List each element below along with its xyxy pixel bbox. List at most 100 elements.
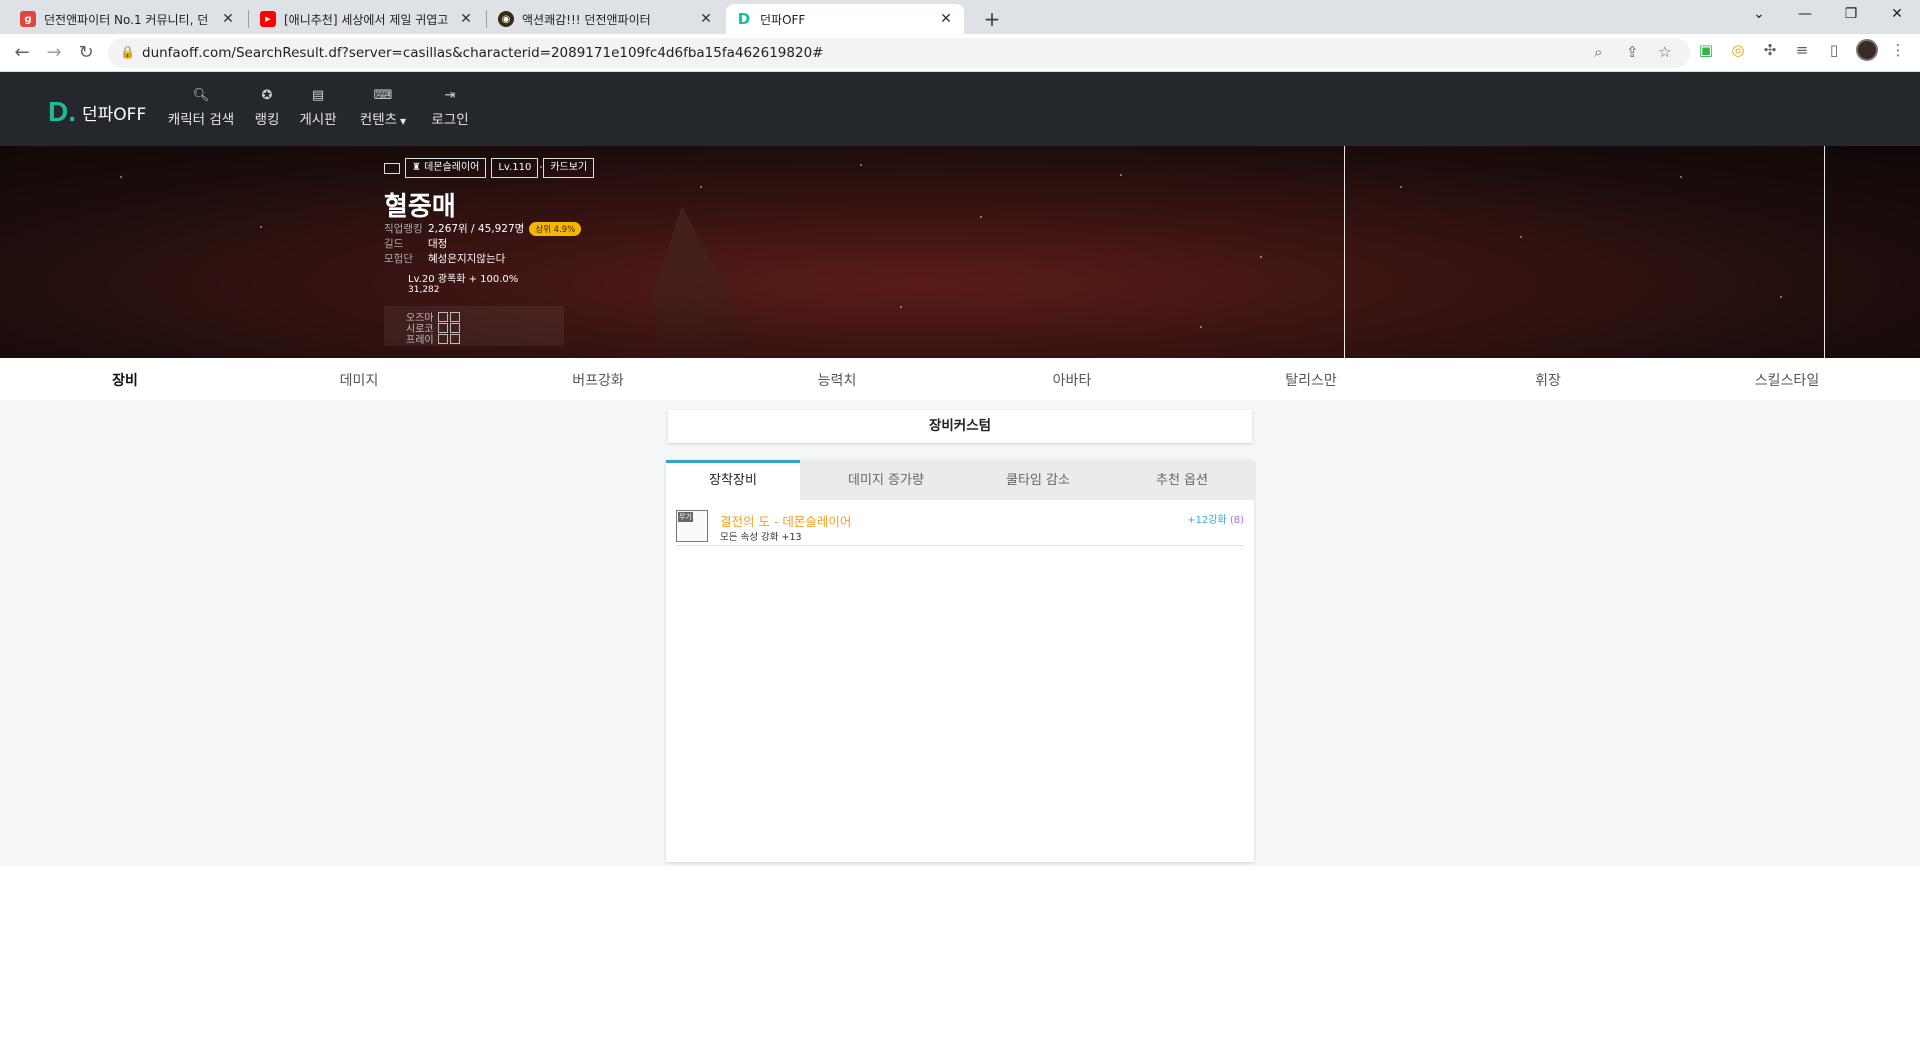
extension-green-icon[interactable]: ▣ [1696,40,1716,60]
browser-tab-strip: g 던전앤파이터 No.1 커뮤니티, 던 ✕ ▶ [애니추천] 세상에서 제일… [0,0,1920,34]
item-name: 결전의 도 - 데몬슬레이어 [720,514,852,529]
guild-label: 길드 [384,238,404,250]
job-badge: ♜ 데몬슬레이어 [405,158,487,178]
raid-row-frey: 프레이 [406,331,460,346]
job-rank-row: 직업랭킹 2,267위 / 45,927명 상위 4.9% [384,221,582,236]
enhance-level: (8) [1229,515,1244,526]
equipment-custom-button[interactable]: 장비커스텀 [668,410,1252,443]
screen-icon[interactable] [384,162,400,174]
tab-title: [애니추천] 세상에서 제일 귀엽고 [284,12,449,27]
tab-avatar[interactable]: 아바타 [1053,370,1092,390]
card-view-button[interactable]: 카드보기 [543,158,595,178]
job-rank-label: 직업랭킹 [384,223,423,235]
nav-board[interactable]: ▤ 게시판 [296,88,340,128]
nav-label: 랭킹 [254,112,280,128]
browser-tab-4[interactable]: D 던파OFF ✕ [726,4,964,34]
address-bar[interactable]: 🔒 dunfaoff.com/SearchResult.df?server=ca… [108,38,1690,68]
close-icon[interactable]: ✕ [458,11,474,27]
reload-icon[interactable]: ↻ [74,41,98,65]
tab-cooldown-reduction[interactable]: 쿨타임 감소 [966,460,1110,500]
tab-equipped-gear[interactable]: 장착장비 [666,460,800,500]
browser-tab-2[interactable]: ▶ [애니추천] 세상에서 제일 귀엽고 ✕ [250,4,484,34]
site-logo[interactable]: D. 던파OFF [48,96,146,128]
adventure-row: 모험단 혜성은지지않는다 [384,251,505,266]
lock-icon: 🔒 [120,45,135,59]
browser-tab-3[interactable]: ◉ 액션쾌감!!! 던전앤파이터 ✕ [488,4,724,34]
bookmark-star-icon[interactable]: ☆ [1658,43,1671,61]
window-close-icon[interactable]: ✕ [1874,0,1920,30]
minimize-icon[interactable]: — [1782,0,1828,30]
clipboard-icon: ▤ [311,88,325,103]
dunfaoff-favicon-icon: D [737,10,751,28]
tab-separator [248,10,249,28]
level-badge: Lv.110 [491,158,539,178]
item-slot-tag: 무기 [678,512,693,522]
back-arrow-icon[interactable]: ← [10,41,34,65]
nav-label: 로그인 [431,112,469,128]
tab-equipment[interactable]: 장비 [112,370,138,390]
tab-damage[interactable]: 데미지 [340,370,379,390]
address-url: dunfaoff.com/SearchResult.df?server=casi… [142,45,824,61]
nav-character-search[interactable]: 🔍︎ 캐릭터 검색 [166,88,236,128]
site-favicon-icon: g [20,11,36,27]
extension-circle-icon[interactable]: ◎ [1728,40,1748,60]
job-badge-label: 데몬슬레이어 [424,162,480,173]
browser-tab-1[interactable]: g 던전앤파이터 No.1 커뮤니티, 던 ✕ [10,4,246,34]
background-ship-art [652,206,760,356]
fame-value: 31,282 [408,285,440,295]
guild-value: 대정 [428,238,448,250]
game-logo-icon: ◉ [498,11,514,27]
enhance-value: +12강화 [1187,515,1227,526]
tab-search-icon[interactable]: ⌄ [1736,0,1782,30]
rank-percent-badge: 상위 4.9% [529,221,582,236]
close-icon[interactable]: ✕ [938,11,954,27]
new-tab-button[interactable]: + [978,6,1006,34]
search-icon: 🔍︎ [192,88,210,103]
extensions-puzzle-icon[interactable]: ✣ [1760,40,1780,60]
tab-title: 액션쾌감!!! 던전앤파이터 [522,12,651,27]
tab-recommended-options[interactable]: 추천 옵션 [1110,460,1254,500]
tab-buff[interactable]: 버프강화 [572,370,624,390]
item-option: 모든 속성 강화 +13 [720,532,802,543]
adventure-value: 혜성은지지않는다 [428,253,506,265]
more-menu-icon[interactable]: ⋮ [1888,40,1908,60]
character-banner: ♜ 데몬슬레이어 Lv.110 카드보기 혈중매 직업랭킹 2,267위 / 4… [0,146,1920,358]
nav-label: 게시판 [299,112,337,128]
nav-login[interactable]: ⇥ 로그인 [428,88,472,128]
tab-skill-style[interactable]: 스킬스타일 [1755,370,1819,390]
tab-separator [486,10,487,28]
job-rank-value: 2,267위 / 45,927명 [428,223,525,235]
gamepad-icon: ⌨ [373,88,393,103]
tab-title: 던전앤파이터 No.1 커뮤니티, 던 [44,12,209,27]
youtube-icon: ▶ [260,11,276,27]
chevron-down-icon: ▼ [400,117,407,126]
share-icon[interactable]: ⇪ [1626,43,1639,61]
profile-avatar[interactable] [1856,39,1878,61]
tab-talisman[interactable]: 탈리스만 [1285,370,1337,390]
item-enhance: +12강화 (8) [1187,511,1244,526]
tab-damage-increase[interactable]: 데미지 증가량 [814,460,958,500]
list-item[interactable]: 무기 결전의 도 - 데몬슬레이어 모든 속성 강화 +13 +12강화 (8) [676,508,1244,546]
nav-ranking[interactable]: ✪ 랭킹 [252,88,282,128]
media-control-icon[interactable]: ≡ [1792,40,1812,60]
equipment-panel: 장착장비 데미지 증가량 쿨타임 감소 추천 옵션 무기 결전의 도 - 데몬슬… [666,460,1254,862]
divider [1344,146,1345,358]
job-icon: ♜ [412,162,425,173]
tab-title: 던파OFF [760,12,806,27]
tab-insignia[interactable]: 휘장 [1535,370,1561,390]
raid-label: 프레이 [406,335,434,346]
forward-arrow-icon[interactable]: → [42,41,66,65]
side-panel-icon[interactable]: ▯ [1824,40,1844,60]
nav-label: 캐릭터 검색 [167,112,235,128]
awaken-line: Lv.20 광폭화 + 100.0% [408,274,519,285]
character-name: 혈중매 [384,192,456,222]
nav-contents[interactable]: ⌨ 컨텐츠 ▼ [354,88,412,128]
restore-icon[interactable]: ❐ [1828,0,1874,30]
nav-label: 컨텐츠 [359,112,398,128]
tab-stats[interactable]: 능력치 [818,370,857,390]
zoom-icon[interactable]: ⌕ [1594,43,1602,61]
section-tabs: 장비 데미지 버프강화 능력치 아바타 탈리스만 휘장 스킬스타일 [0,358,1920,400]
close-icon[interactable]: ✕ [698,11,714,27]
character-badges: ♜ 데몬슬레이어 Lv.110 카드보기 [384,158,595,178]
close-icon[interactable]: ✕ [220,11,236,27]
